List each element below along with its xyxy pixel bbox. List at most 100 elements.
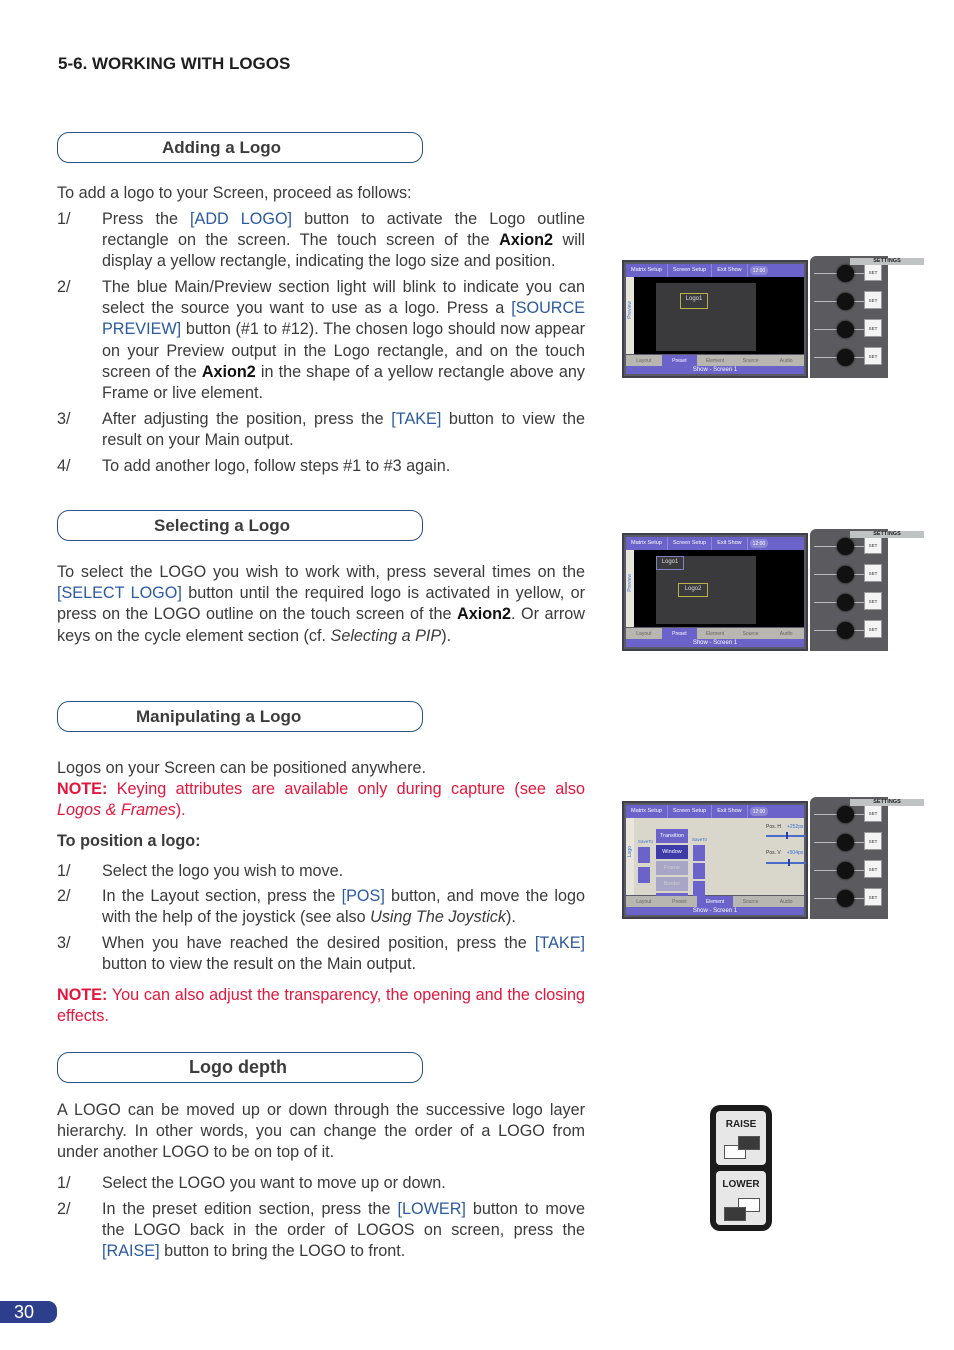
tab-element[interactable]: Element	[697, 355, 733, 366]
pos-v-label: Pos. V	[766, 850, 781, 856]
tab-source[interactable]: Source	[733, 628, 769, 639]
step-text: Select the logo you wish to move.	[102, 861, 585, 882]
tab-source[interactable]: Source	[733, 896, 769, 907]
slider-handle[interactable]	[786, 832, 788, 839]
set-button[interactable]: SET	[864, 592, 882, 610]
set-button[interactable]: SET	[864, 620, 882, 638]
section-reference: Using The Joystick	[370, 908, 506, 927]
set-button[interactable]: SET	[864, 347, 882, 365]
knob-icon[interactable]	[837, 594, 854, 611]
matrix-setup-button[interactable]: Matrix Setup	[626, 537, 668, 550]
save-preset-button[interactable]	[693, 863, 705, 879]
set-button[interactable]: SET	[864, 263, 882, 281]
button-reference: [ADD LOGO]	[190, 210, 293, 228]
tab-preset[interactable]: Preset	[662, 896, 698, 907]
set-button[interactable]: SET	[864, 860, 882, 878]
logo-outline-1[interactable]: Logo1	[656, 556, 684, 570]
step-number: 2/	[57, 278, 71, 296]
exit-show-button[interactable]: Exit Show	[712, 264, 748, 277]
tab-audio[interactable]: Audio	[768, 896, 804, 907]
set-button[interactable]: SET	[864, 319, 882, 337]
set-button[interactable]: SET	[864, 888, 882, 906]
lower-key[interactable]: LOWER	[716, 1171, 766, 1225]
tab-audio[interactable]: Audio	[768, 355, 804, 366]
touchscreen-screenshot-select-logo: Matrix Setup Screen Setup Exit Show 12:0…	[622, 529, 924, 652]
pos-v-slider[interactable]	[766, 859, 806, 866]
knob-icon[interactable]	[837, 566, 854, 583]
window-button[interactable]: Window	[656, 845, 688, 859]
transition-button[interactable]: Transition	[656, 829, 688, 843]
status-button[interactable]: 12:00	[749, 539, 769, 548]
product-name: Axion2	[499, 231, 554, 250]
save-preset-button[interactable]	[693, 845, 705, 861]
tab-preset[interactable]: Preset	[661, 628, 698, 639]
pos-h-label: Pos. H	[766, 824, 782, 830]
screen-setup-button[interactable]: Screen Setup	[668, 537, 713, 550]
slider-handle[interactable]	[788, 859, 790, 866]
matrix-setup-button[interactable]: Matrix Setup	[626, 264, 668, 277]
knob-icon[interactable]	[837, 293, 854, 310]
knob-icon[interactable]	[837, 265, 854, 282]
touch-footer: Show - Screen 1	[626, 907, 804, 915]
knob-icon[interactable]	[837, 834, 854, 851]
save-slot-button[interactable]	[638, 847, 650, 863]
screen-setup-button[interactable]: Screen Setup	[668, 805, 713, 818]
button-reference: [TAKE]	[534, 934, 585, 952]
logo-outline-2[interactable]: Logo2	[678, 583, 708, 597]
tab-source[interactable]: Source	[733, 355, 769, 366]
touch-footer: Show - Screen 1	[626, 639, 804, 647]
screen-setup-button[interactable]: Screen Setup	[668, 264, 713, 277]
save-slot-button[interactable]	[638, 867, 650, 883]
raise-key[interactable]: RAISE	[716, 1111, 766, 1165]
step-number: 3/	[57, 410, 71, 428]
page-heading: 5-6. WORKING WITH LOGOS	[58, 54, 291, 73]
save-preset-button[interactable]	[693, 881, 705, 897]
pos-h-field[interactable]: Pos. H +252px	[766, 824, 810, 830]
status-button[interactable]: 12:00	[749, 807, 769, 816]
touch-top-bar: Matrix Setup Screen Setup Exit Show 12:0…	[626, 805, 804, 818]
status-button[interactable]: 12:00	[749, 266, 769, 275]
set-button[interactable]: SET	[864, 832, 882, 850]
logo-outline[interactable]: Logo1	[680, 293, 708, 309]
step-text: Select the LOGO you want to move up or d…	[102, 1173, 585, 1194]
section-title: Adding a Logo	[162, 138, 281, 157]
exit-show-button[interactable]: Exit Show	[712, 805, 748, 818]
raise-lower-keys: RAISE LOWER	[710, 1105, 772, 1231]
set-button[interactable]: SET	[864, 564, 882, 582]
text-run: button to view the result on the Main ou…	[102, 955, 417, 974]
pos-h-slider[interactable]	[766, 832, 806, 839]
text-run: In the Layout section, press the	[102, 887, 342, 905]
tab-element[interactable]: Element	[697, 896, 733, 907]
preview-label: Preview	[627, 574, 633, 592]
settings-label: SETTINGS	[850, 531, 924, 538]
preview-area: Preview Logo1	[626, 277, 804, 354]
exit-show-button[interactable]: Exit Show	[712, 537, 748, 550]
tab-element[interactable]: Element	[697, 628, 733, 639]
set-button[interactable]: SET	[864, 804, 882, 822]
set-button[interactable]: SET	[864, 536, 882, 554]
frame-button[interactable]: Frame	[656, 861, 688, 875]
knob-icon[interactable]	[837, 862, 854, 879]
adding-step-4: 4/To add another logo, follow steps #1 t…	[57, 456, 585, 477]
knob-icon[interactable]	[837, 321, 854, 338]
knob-icon[interactable]	[837, 890, 854, 907]
border-button[interactable]: Border	[656, 877, 688, 891]
tab-audio[interactable]: Audio	[768, 628, 804, 639]
settings-knob-panel: SET SET SET SET	[810, 256, 888, 378]
tab-preset[interactable]: Preset	[661, 355, 698, 366]
knob-icon[interactable]	[837, 806, 854, 823]
tab-layout[interactable]: Layout	[626, 896, 662, 907]
text-run: Press the	[102, 210, 191, 228]
pos-v-field[interactable]: Pos. V +504px	[766, 850, 810, 856]
step-text: After adjusting the position, press the …	[102, 409, 585, 451]
knob-icon[interactable]	[837, 349, 854, 366]
set-button[interactable]: SET	[864, 291, 882, 309]
matrix-setup-button[interactable]: Matrix Setup	[626, 805, 668, 818]
step-number: 1/	[57, 210, 71, 228]
tab-layout[interactable]: Layout	[626, 355, 662, 366]
knob-icon[interactable]	[837, 622, 854, 639]
tab-layout[interactable]: Layout	[626, 628, 662, 639]
knob-icon[interactable]	[837, 538, 854, 555]
screen-canvas: Logo1 Logo2	[656, 556, 756, 624]
touch-tabs: Layout Preset Element Source Audio	[626, 896, 804, 907]
